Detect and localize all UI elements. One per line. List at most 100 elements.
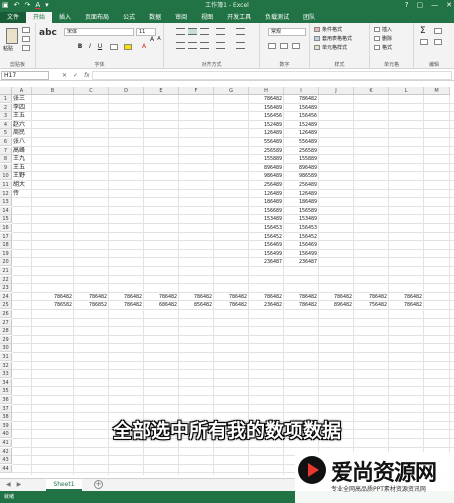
cell[interactable]: 周民 <box>12 129 32 137</box>
indent-button[interactable] <box>216 42 225 49</box>
prev-sheet-icon[interactable]: ◀ <box>6 481 11 489</box>
row-header[interactable]: 13 <box>0 198 12 207</box>
cell[interactable]: 786482 <box>284 293 319 301</box>
fill-color-icon[interactable] <box>124 44 132 50</box>
restore-button[interactable]: ▢ <box>417 0 424 10</box>
row-header[interactable]: 25 <box>0 301 12 310</box>
align-bottom-button[interactable] <box>200 28 209 35</box>
row-header[interactable]: 28 <box>0 327 12 336</box>
align-center-button[interactable] <box>188 42 197 49</box>
fill-icon[interactable] <box>420 39 428 45</box>
cell[interactable]: 152489 <box>249 121 284 129</box>
cell[interactable]: 786482 <box>109 301 144 309</box>
cell[interactable]: 236482 <box>249 301 284 309</box>
tab-home[interactable]: 开始 <box>26 12 53 23</box>
select-all-corner[interactable] <box>0 87 12 95</box>
cell[interactable]: 王九 <box>12 155 32 163</box>
cell[interactable]: 786482 <box>389 301 424 309</box>
cell[interactable]: 126489 <box>284 129 319 137</box>
column-header[interactable]: L <box>389 87 424 95</box>
cell[interactable]: 186489 <box>284 198 319 206</box>
cell[interactable]: 156689 <box>249 207 284 215</box>
cell[interactable]: 126489 <box>249 190 284 198</box>
row-header[interactable]: 20 <box>0 258 12 267</box>
cell[interactable]: 786482 <box>214 301 249 309</box>
cell[interactable]: 156469 <box>249 241 284 249</box>
cell[interactable]: 896489 <box>284 164 319 172</box>
cut-icon[interactable] <box>22 27 30 33</box>
column-header[interactable]: M <box>424 87 450 95</box>
copy-icon[interactable] <box>22 36 30 42</box>
enter-icon[interactable]: ✓ <box>73 71 78 80</box>
cell[interactable]: 王五 <box>12 112 32 120</box>
row-header[interactable]: 16 <box>0 224 12 232</box>
cell[interactable]: 张八 <box>12 138 32 146</box>
shrink-font-button[interactable]: A <box>155 36 163 43</box>
row-header[interactable]: 11 <box>0 181 12 189</box>
orientation-button[interactable] <box>216 28 225 35</box>
row-header[interactable]: 21 <box>0 267 12 275</box>
row-header[interactable]: 22 <box>0 275 12 284</box>
cell[interactable]: 786482 <box>214 293 249 301</box>
formula-input[interactable] <box>92 71 452 80</box>
cell[interactable]: 156456 <box>249 112 284 120</box>
currency-icon[interactable] <box>268 43 276 49</box>
row-header[interactable]: 23 <box>0 284 12 293</box>
column-header[interactable]: A <box>12 87 32 95</box>
row-header[interactable]: 12 <box>0 189 12 198</box>
cell[interactable]: 152489 <box>284 121 319 129</box>
tab-formulas[interactable]: 公式 <box>116 12 142 23</box>
row-header[interactable]: 9 <box>0 163 12 172</box>
cell[interactable]: 156589 <box>284 207 319 215</box>
cell[interactable]: 786582 <box>32 301 74 309</box>
column-header[interactable]: H <box>249 87 284 95</box>
column-header[interactable]: D <box>109 87 144 95</box>
sort-filter-icon[interactable] <box>434 28 442 34</box>
autosum-button[interactable]: Σ <box>420 26 426 36</box>
cancel-icon[interactable]: ✕ <box>62 71 67 80</box>
row-header[interactable]: 2 <box>0 103 12 112</box>
cell[interactable]: 高峰 <box>12 147 32 155</box>
cell[interactable]: 986489 <box>249 172 284 180</box>
row-header[interactable]: 33 <box>0 370 12 379</box>
italic-button[interactable]: I <box>86 43 94 50</box>
tab-insert[interactable]: 插入 <box>52 12 78 23</box>
cell[interactable]: 786482 <box>319 293 354 301</box>
cell[interactable]: 王野 <box>12 172 32 180</box>
cell[interactable]: 156452 <box>249 233 284 241</box>
font-name-select[interactable]: 宋体 <box>64 28 134 36</box>
cell[interactable]: 155889 <box>249 155 284 163</box>
wrap-text-button[interactable] <box>236 28 245 35</box>
column-header[interactable]: K <box>354 87 389 95</box>
cell[interactable]: 756482 <box>354 301 389 309</box>
row-header[interactable]: 7 <box>0 146 12 155</box>
cell[interactable]: 786482 <box>144 293 179 301</box>
row-header[interactable]: 4 <box>0 120 12 129</box>
cell[interactable]: 王五 <box>12 164 32 172</box>
row-header[interactable]: 35 <box>0 387 12 396</box>
cell[interactable]: 156452 <box>284 233 319 241</box>
cell[interactable]: 786482 <box>249 293 284 301</box>
column-header[interactable]: I <box>284 87 319 95</box>
font-size-select[interactable]: 11 <box>136 28 156 36</box>
cell[interactable]: 155889 <box>284 155 319 163</box>
tab-team[interactable]: 团队 <box>296 12 322 23</box>
name-box[interactable]: H17 <box>1 71 49 80</box>
cell[interactable]: 156499 <box>284 250 319 258</box>
cell[interactable]: 156456 <box>284 112 319 120</box>
cell[interactable]: 张三 <box>12 95 32 103</box>
cell[interactable]: 156453 <box>284 224 319 232</box>
cell[interactable]: 156489 <box>249 104 284 112</box>
row-header[interactable]: 10 <box>0 172 12 181</box>
row-header[interactable]: 14 <box>0 206 12 215</box>
next-sheet-icon[interactable]: ▶ <box>17 481 22 489</box>
cell[interactable]: 896482 <box>319 301 354 309</box>
column-header[interactable]: F <box>179 87 214 95</box>
row-header[interactable]: 44 <box>0 464 12 473</box>
minimize-button[interactable]: — <box>431 0 438 10</box>
row-header[interactable]: 17 <box>0 232 12 241</box>
cell[interactable]: 786482 <box>284 301 319 309</box>
align-middle-button[interactable] <box>188 28 197 35</box>
tab-file[interactable]: 文件 <box>0 12 27 23</box>
cell[interactable]: 786482 <box>284 95 319 103</box>
